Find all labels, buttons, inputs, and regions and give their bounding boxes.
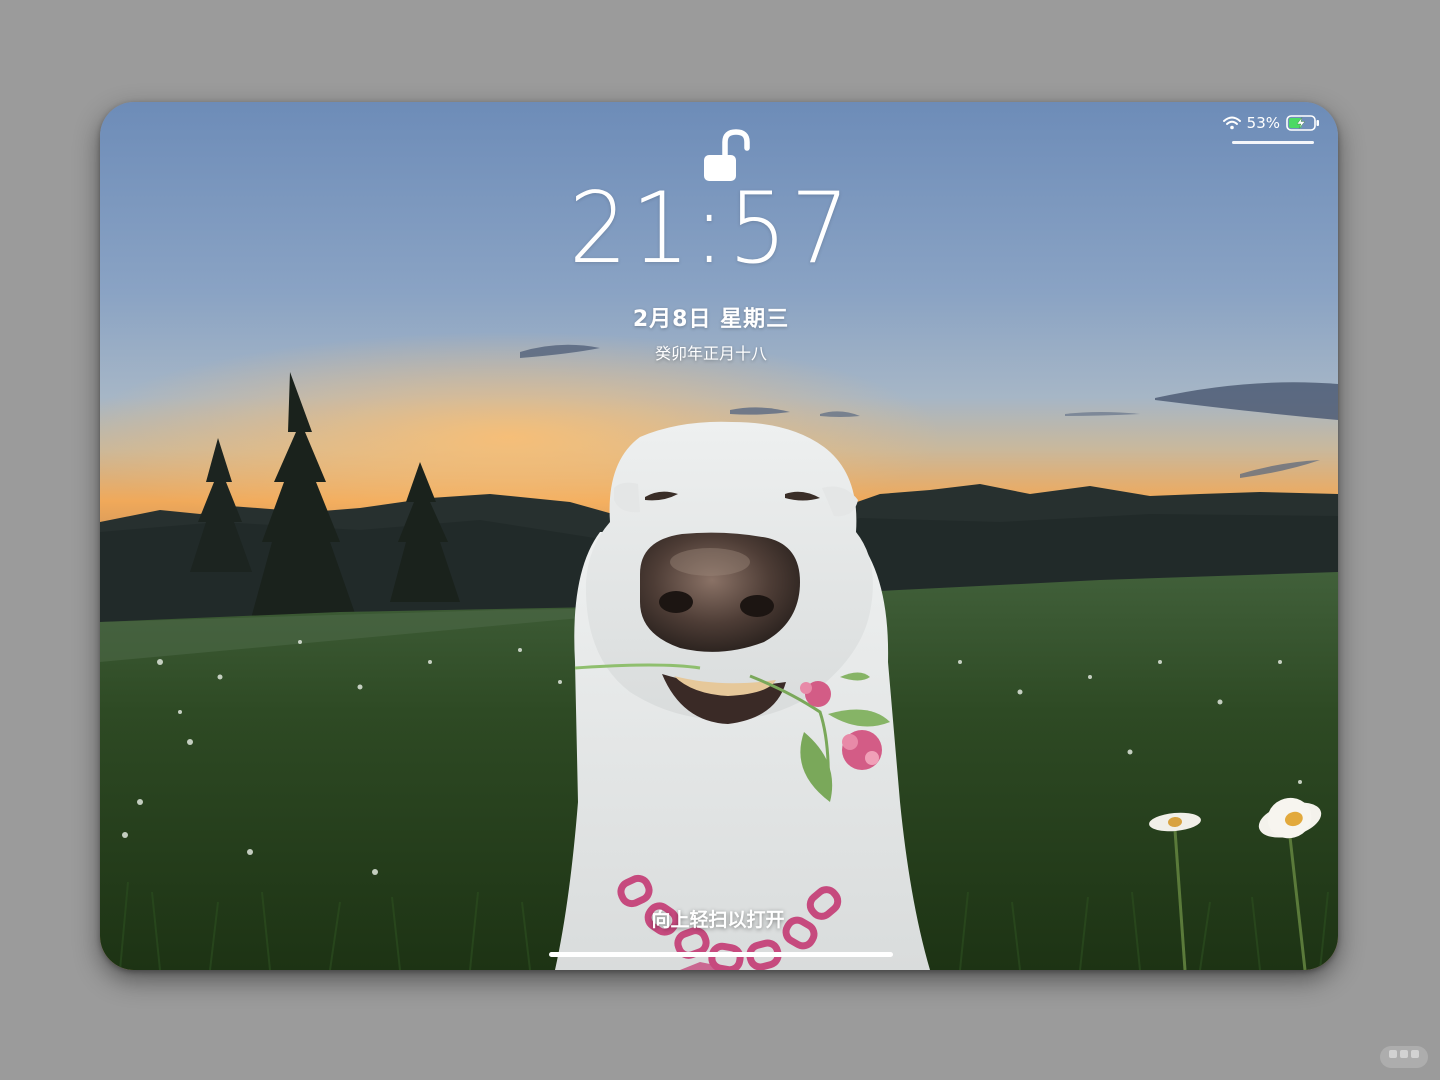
- battery-charging-icon: [1286, 115, 1319, 131]
- status-bar: 53%: [1222, 114, 1320, 132]
- lock-screen[interactable]: 53% 21:57 2月8日 星期三 癸卯年正月十八 向上轻扫以打开: [100, 102, 1338, 970]
- watermark-logo: [1380, 1046, 1428, 1068]
- lunar-date: 癸卯年正月十八: [654, 344, 767, 363]
- swipe-up-hint: 向上轻扫以打开: [651, 909, 785, 931]
- wifi-icon: [1222, 116, 1241, 130]
- battery-percent: 53%: [1246, 114, 1280, 132]
- lock-screen-date: 2月8日 星期三: [632, 307, 790, 332]
- status-underline: [1232, 141, 1314, 144]
- watermark-icon: [1389, 1050, 1419, 1058]
- lock-screen-time: 21:57: [568, 172, 854, 286]
- home-indicator[interactable]: [549, 952, 893, 957]
